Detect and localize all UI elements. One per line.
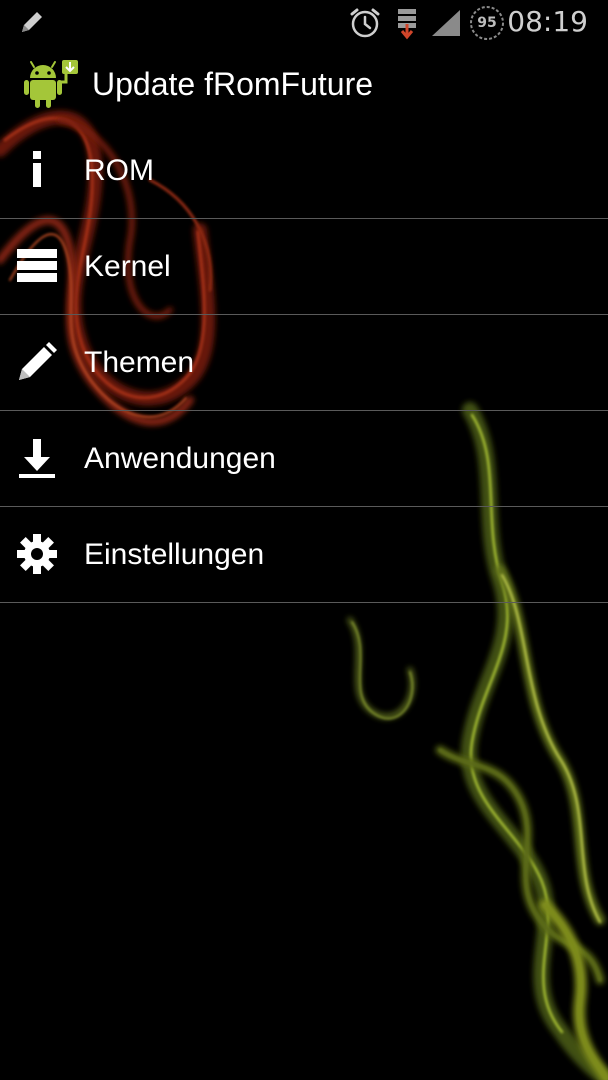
menu-item-label: Themen — [84, 346, 195, 379]
menu-item-anwendungen[interactable]: Anwendungen — [0, 411, 608, 507]
download-icon — [398, 9, 416, 40]
info-icon — [33, 151, 41, 187]
pencil-icon — [22, 12, 42, 32]
menu-item-rom[interactable]: ROM — [0, 123, 608, 219]
status-clock: 08:19 — [507, 5, 588, 38]
signal-icon — [432, 10, 460, 36]
action-bar: Update fRomFuture — [0, 50, 608, 120]
pencil-icon — [19, 342, 57, 380]
menu-item-label: Einstellungen — [84, 538, 265, 571]
list-icon — [17, 249, 57, 282]
menu-item-kernel[interactable]: Kernel — [0, 219, 608, 315]
navigation-menu: ROM Kernel Themen Anwendungen Einstellun… — [0, 123, 608, 603]
app-title: Update fRomFuture — [92, 66, 374, 102]
menu-item-themen[interactable]: Themen — [0, 315, 608, 411]
status-bar: 95 08:19 — [0, 0, 608, 44]
android-update-icon[interactable] — [22, 56, 80, 114]
download-icon — [19, 439, 55, 478]
menu-item-label: Kernel — [84, 250, 171, 283]
menu-item-einstellungen[interactable]: Einstellungen — [0, 507, 608, 603]
alarm-icon — [350, 8, 380, 38]
gear-icon — [17, 534, 57, 574]
menu-item-label: Anwendungen — [84, 442, 276, 475]
menu-item-label: ROM — [84, 154, 154, 187]
battery-level: 95 — [477, 15, 497, 31]
